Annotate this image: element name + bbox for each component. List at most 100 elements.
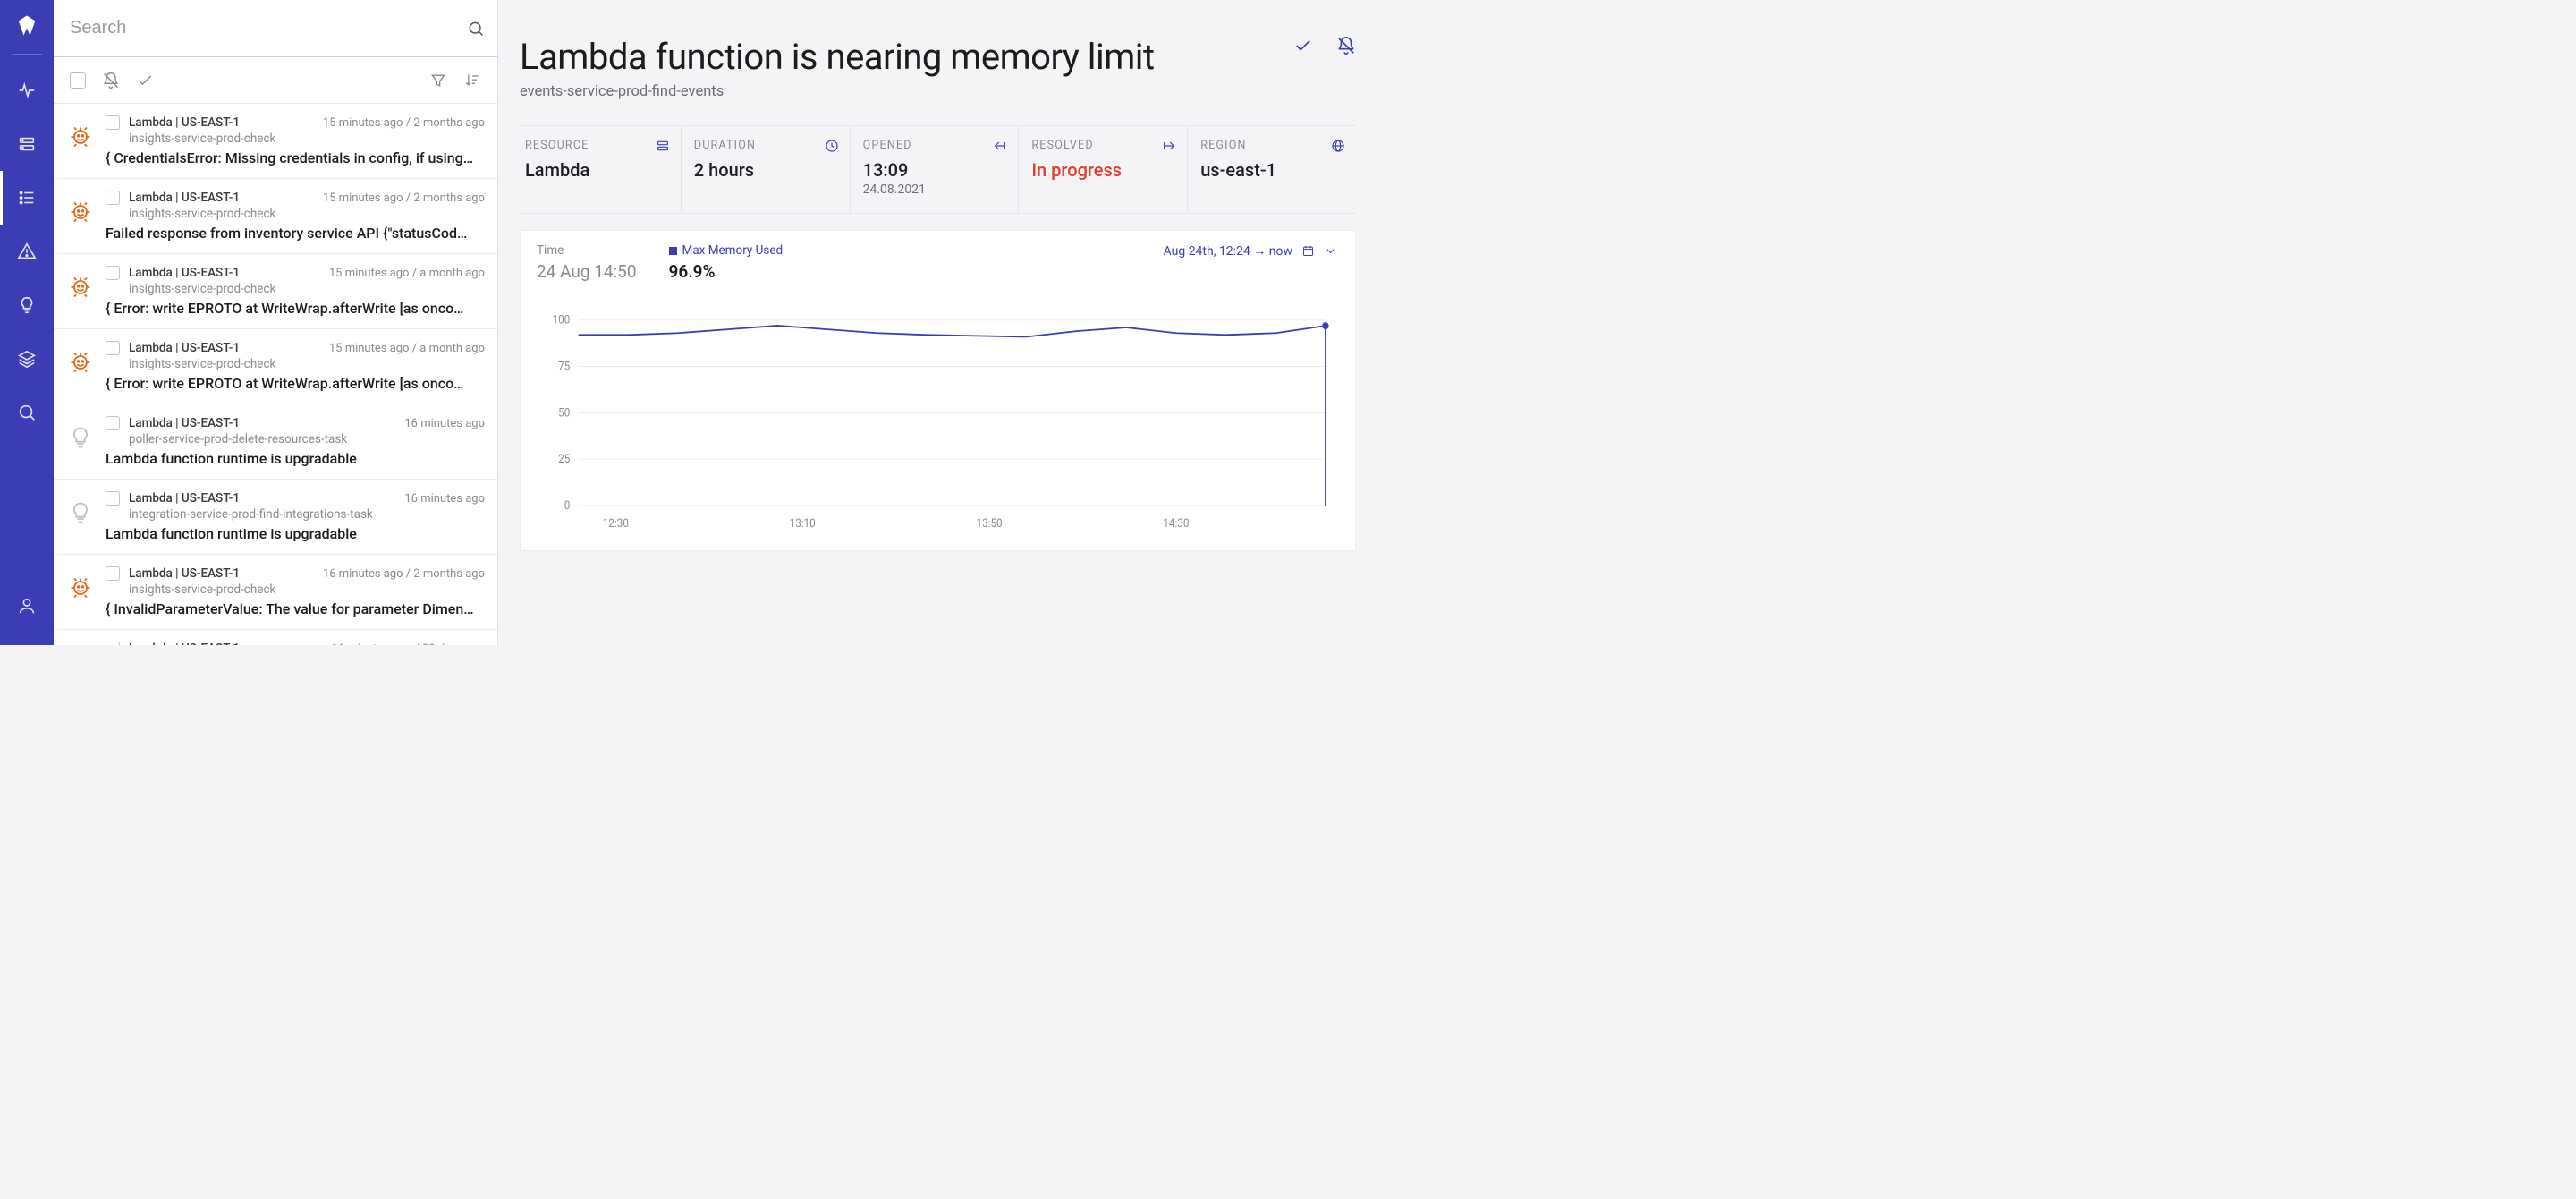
event-service: insights-service-prod-check [129,582,485,597]
event-message: Lambda function runtime is upgradable [106,450,485,467]
resolve-button[interactable] [1293,36,1313,55]
event-message: { Error: write EPROTO at WriteWrap.after… [106,300,485,317]
detail-title: Lambda function is nearing memory limit [520,36,1155,78]
events-pane: Lambda | US-EAST-1 15 minutes ago / 2 mon… [54,0,498,645]
opened-icon [993,139,1007,153]
calendar-icon [1301,244,1315,258]
event-message: { Error: write EPROTO at WriteWrap.after… [106,375,485,392]
event-checkbox[interactable] [106,266,120,280]
event-row[interactable]: Lambda | US-EAST-115 minutes ago / 2 mon… [54,179,497,254]
bug-icon [68,200,93,225]
meta-duration: DURATION 2 hours [682,126,851,213]
bug-icon [68,124,93,149]
svg-text:50: 50 [558,406,570,419]
event-tag: Lambda | US-EAST-1 [129,566,240,581]
detail-subtitle: events-service-prod-find-events [520,83,1155,100]
clock-icon [825,139,839,153]
event-service: insights-service-prod-check [129,132,485,146]
chart-time-value: 24 Aug 14:50 [537,261,637,282]
rail-divider [12,54,42,55]
event-row[interactable]: Lambda | US-EAST-1 16 minutes ago / 2 mon… [54,555,497,630]
svg-text:75: 75 [558,360,570,372]
event-row[interactable]: Lambda | US-EAST-116 minutes agopoller-s… [54,404,497,480]
event-checkbox[interactable] [106,642,120,645]
nav-search[interactable] [0,386,54,439]
resolve-icon[interactable] [136,72,154,89]
event-tag: Lambda | US-EAST-1 [129,642,240,645]
event-row[interactable]: Lambda | US-EAST-1 16 minutes ago / 23 da… [54,630,497,645]
select-all-checkbox[interactable] [70,72,86,89]
memory-chart[interactable]: 0 25 50 75 100 12:30 13:10 13:50 14:30 [537,293,1337,534]
event-time: 16 minutes ago / 23 days ago [332,642,485,646]
search-icon[interactable] [467,20,485,38]
event-checkbox[interactable] [106,115,120,130]
nav-events[interactable] [0,171,54,225]
nav-layers[interactable] [0,332,54,386]
nav-insights[interactable] [0,278,54,332]
event-row[interactable]: Lambda | US-EAST-1 15 minutes ago / a mon… [54,329,497,404]
event-service: insights-service-prod-check [129,207,485,221]
bug-icon [68,575,93,600]
event-tag: Lambda | US-EAST-1 [129,491,240,506]
nav-account[interactable] [0,579,54,633]
detail-pane: Lambda function is nearing memory limit … [498,0,1386,645]
event-tag: Lambda | US-EAST-1 [129,341,240,355]
mute-icon[interactable] [102,72,120,89]
event-time: 16 minutes ago [404,417,485,430]
event-row[interactable]: Lambda | US-EAST-1 16 minutes agointegrat… [54,480,497,555]
meta-row: RESOURCE Lambda DURATION 2 hours OPENED … [520,125,1356,214]
time-range-picker[interactable]: Aug 24th, 12:24 → now [1164,243,1337,259]
chart-time-label: Time [537,243,637,258]
event-service: poller-service-prod-delete-resources-tas… [129,432,485,446]
mute-button[interactable] [1336,36,1356,55]
svg-text:25: 25 [558,453,570,465]
search-row [54,0,497,57]
event-tag: Lambda | US-EAST-1 [129,266,240,280]
event-message: { InvalidParameterValue: The value for p… [106,600,485,617]
event-row[interactable]: Lambda | US-EAST-1 15 minutes ago / a mon… [54,254,497,329]
event-checkbox[interactable] [106,566,120,581]
resolved-icon [1162,139,1176,153]
svg-text:12:30: 12:30 [603,517,629,530]
svg-text:13:50: 13:50 [977,517,1003,530]
legend-swatch [669,247,677,255]
nav-alerts[interactable] [0,225,54,278]
event-tag: Lambda | US-EAST-1 [129,191,240,205]
event-time: 16 minutes ago [404,492,485,506]
chart-current-value: 96.9% [669,261,784,282]
chevron-down-icon [1324,244,1337,258]
chart-legend[interactable]: Max Memory Used [669,243,784,258]
event-time: 15 minutes ago / 2 months ago [323,116,485,130]
event-row[interactable]: Lambda | US-EAST-1 15 minutes ago / 2 mon… [54,104,497,179]
event-checkbox[interactable] [106,416,120,430]
svg-text:0: 0 [564,499,571,512]
svg-text:100: 100 [553,313,571,326]
event-time: 15 minutes ago / a month ago [329,267,485,280]
filter-icon[interactable] [429,72,447,89]
event-message: Lambda function runtime is upgradable [106,525,485,542]
globe-icon [1331,139,1345,153]
event-checkbox[interactable] [106,191,120,205]
event-time: 15 minutes ago / a month ago [329,342,485,355]
bulb-icon [68,425,93,450]
svg-text:14:30: 14:30 [1163,517,1189,530]
event-checkbox[interactable] [106,491,120,506]
nav-activity[interactable] [0,64,54,117]
search-input[interactable] [70,18,467,38]
event-time: 16 minutes ago / 2 months ago [323,567,485,581]
bug-icon [68,275,93,300]
event-tag: Lambda | US-EAST-1 [129,115,240,130]
bug-icon [68,350,93,375]
meta-resource: RESOURCE Lambda [520,126,682,213]
svg-text:13:10: 13:10 [790,517,816,530]
event-checkbox[interactable] [106,341,120,355]
app-logo [14,13,39,38]
nav-resources[interactable] [0,117,54,171]
event-service: integration-service-prod-find-integratio… [129,507,485,522]
chart-card: Time 24 Aug 14:50 Max Memory Used 96.9% … [520,230,1356,551]
meta-opened: OPENED 13:09 24.08.2021 [851,126,1020,213]
sort-icon[interactable] [463,72,481,89]
bulb-icon [68,500,93,525]
events-list[interactable]: Lambda | US-EAST-1 15 minutes ago / 2 mon… [54,104,497,645]
meta-resolved: RESOLVED In progress [1019,126,1188,213]
